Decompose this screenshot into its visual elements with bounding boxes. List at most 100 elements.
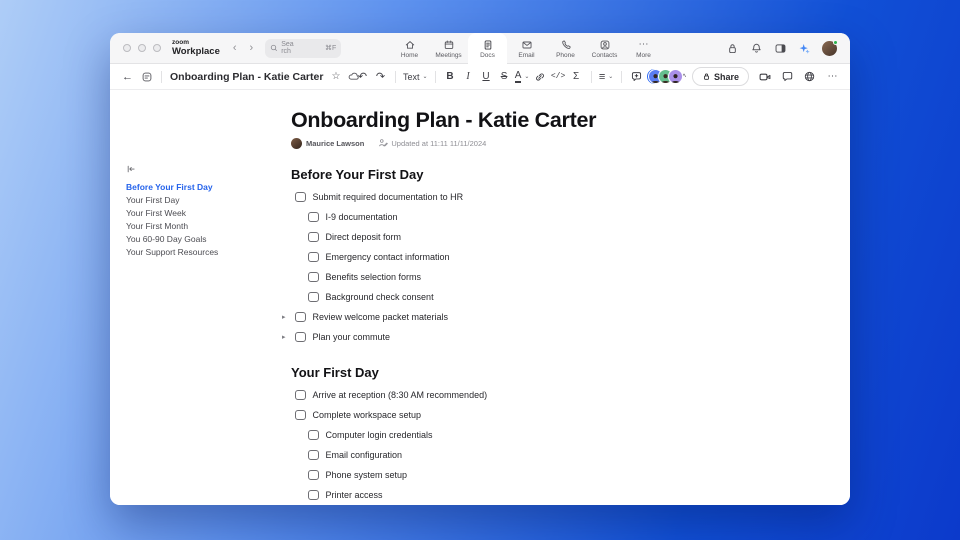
calendar-icon [444,40,453,49]
checklist: Submit required documentation to HR I-9 … [282,187,626,347]
docs-logo-icon[interactable] [141,71,153,83]
checkbox[interactable] [295,331,306,343]
outline-item[interactable]: Your First Day [126,194,276,207]
close-window-button[interactable] [123,44,131,52]
formula-button[interactable]: Σ [569,68,584,86]
tab-contacts[interactable]: Contacts [585,33,624,64]
checklist-item-label: Arrive at reception (8:30 AM recommended… [312,390,488,400]
comment-button[interactable] [629,68,644,86]
outline-item[interactable]: Your First Month [126,220,276,233]
lock-icon [704,73,709,80]
text-color-button[interactable]: A ⌄ [514,68,530,86]
checklist-item-label: Phone system setup [325,470,408,480]
sidebar-panel-icon[interactable] [774,42,787,55]
favorite-star-icon[interactable]: ☆ [328,68,343,86]
doc-sections: Before Your First Day Submit required do… [282,167,626,505]
doc-back-button[interactable]: ← [120,68,135,86]
list-menu[interactable]: ≡ ⌄ [599,68,614,86]
strikethrough-button[interactable]: S [497,68,512,86]
checklist-item-label: Computer login credentials [325,430,433,440]
expand-triangle-icon[interactable]: ▸ [282,313,286,321]
checkbox[interactable] [308,429,319,441]
checkbox[interactable] [308,211,319,223]
checklist-item-label: Submit required documentation to HR [312,192,464,202]
person-silhouette-icon [671,74,680,83]
checkbox[interactable] [295,311,306,323]
user-avatar[interactable] [822,40,838,56]
italic-button[interactable]: I [461,68,476,86]
code-button[interactable]: </> [551,68,566,86]
checklist-item: Submit required documentation to HR [291,187,626,207]
outline-item[interactable]: Before Your First Day [126,181,276,194]
ai-sparkle-icon[interactable] [798,42,811,55]
checklist-item-label: Email configuration [325,450,403,460]
zoom-window-button[interactable] [153,44,161,52]
checklist-item: ▸ Review welcome packet materials [282,307,626,327]
video-camera-icon[interactable] [758,70,772,84]
tab-email[interactable]: Email [507,33,546,64]
app-tabs: Home Meetings Docs Email Phone Contacts [390,33,663,64]
checkbox[interactable] [308,489,319,501]
status-online-dot [833,40,838,45]
document-icon [484,39,491,50]
checkbox[interactable] [308,291,319,303]
chat-bubble-icon[interactable] [781,70,794,83]
nav-forward-button[interactable]: › [250,42,254,54]
bold-button[interactable]: B [443,68,458,86]
checkbox[interactable] [295,409,306,421]
tab-home[interactable]: Home [390,33,429,64]
redo-icon[interactable]: ↷ [373,68,388,86]
doc-section: Before Your First Day Submit required do… [282,167,626,347]
chrome-bar: zoom Workplace ‹ › Search ⌘F Home Meetin… [110,33,850,64]
checklist-item: Printer access [291,485,626,505]
outline-item[interactable]: You 60-90 Day Goals [126,233,276,246]
checklist-item: Computer login credentials [291,425,626,445]
tab-docs[interactable]: Docs [468,33,507,64]
globe-icon[interactable] [803,70,816,83]
checklist-item-label: Complete workspace setup [312,410,422,420]
outline-panel: Before Your First Day Your First Day You… [126,164,276,259]
bell-icon[interactable] [750,42,763,55]
outline-item[interactable]: Your First Week [126,207,276,220]
link-icon [536,73,544,81]
checklist-item-label: Benefits selection forms [325,272,422,282]
outline-item[interactable]: Your Support Resources [126,246,276,259]
more-options-icon[interactable]: ⋯ [825,68,840,86]
expand-triangle-icon[interactable]: ▸ [282,333,286,341]
phone-icon [561,40,571,49]
checklist-item: Complete workspace setup [291,405,626,425]
search-shortcut: ⌘F [324,45,337,52]
link-button[interactable] [533,68,548,86]
updated-timestamp: Updated at 11:11 11/11/2024 [391,138,487,148]
collaborator-avatars[interactable] [647,69,683,84]
minimize-window-button[interactable] [138,44,146,52]
checkbox[interactable] [308,271,319,283]
share-button[interactable]: Share [691,67,749,86]
lock-icon[interactable] [726,42,739,55]
text-style-menu[interactable]: Text ⌄ [403,68,428,86]
checkbox[interactable] [295,191,306,203]
checklist-item: Benefits selection forms [291,267,626,287]
nav-back-button[interactable]: ‹ [233,42,237,54]
checkbox[interactable] [308,231,319,243]
checkbox[interactable] [308,251,319,263]
align-lines-icon: ≡ [598,70,606,83]
collapse-outline-icon[interactable] [126,164,136,174]
tab-meetings[interactable]: Meetings [429,33,468,64]
undo-icon[interactable]: ↶ [355,68,370,86]
checklist-item: Background check consent [291,287,626,307]
comment-plus-icon [631,72,641,81]
checkbox[interactable] [308,449,319,461]
underline-button[interactable]: U [479,68,494,86]
tab-phone[interactable]: Phone [546,33,585,64]
tab-more[interactable]: ⋯ More [624,33,663,64]
outline-list: Before Your First Day Your First Day You… [126,181,276,259]
checkbox[interactable] [308,469,319,481]
checklist-item: Emergency contact information [291,247,626,267]
format-toolbar: ↶ ↷ Text ⌄ B I U S A ⌄ </> Σ ≡ ⌄ ^ [355,68,692,86]
search-input[interactable]: Search ⌘F [265,38,342,58]
doc-toolbar: ← Onboarding Plan - Katie Carter ☆ ↶ ↷ T… [110,64,850,90]
app-window: zoom Workplace ‹ › Search ⌘F Home Meetin… [110,33,850,505]
checkbox[interactable] [295,389,306,401]
chevron-down-icon: ⌄ [524,74,530,80]
